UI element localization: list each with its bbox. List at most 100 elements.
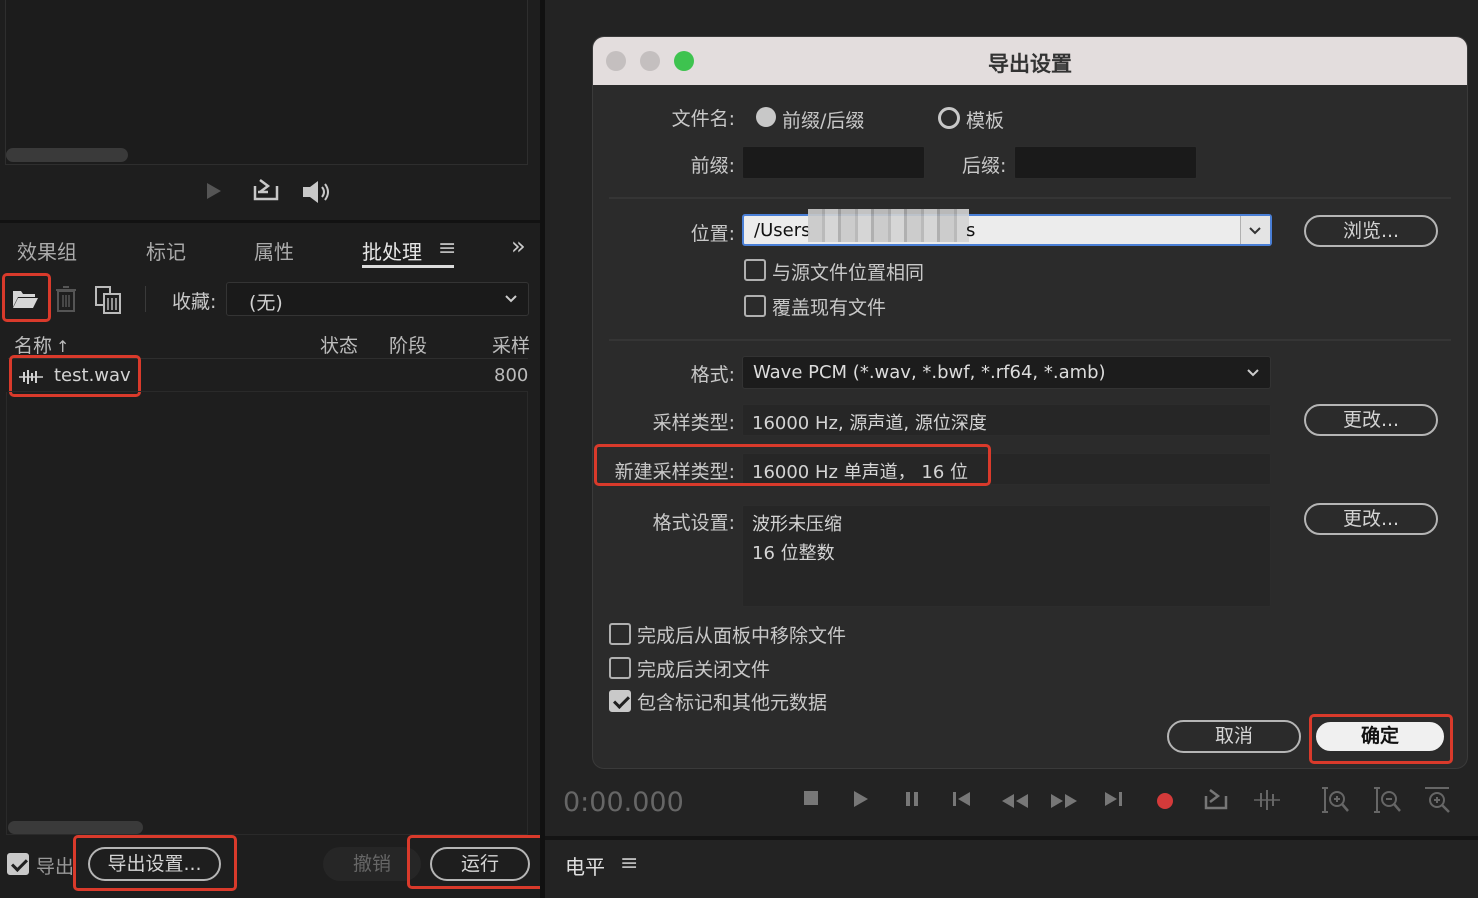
dialog-title: 导出设置 bbox=[988, 52, 1072, 76]
skip-start-icon[interactable] bbox=[952, 791, 972, 812]
level-menu-icon[interactable]: ≡ bbox=[620, 851, 638, 876]
sample-type-value-box: 16000 Hz, 源声道, 源位深度 bbox=[742, 404, 1271, 436]
level-panel-title: 电平 bbox=[565, 855, 605, 879]
favorites-label: 收藏: bbox=[172, 291, 217, 313]
pause-icon[interactable] bbox=[904, 791, 920, 812]
tab-properties[interactable]: 属性 bbox=[254, 236, 294, 265]
sample-type-value: 16000 Hz, 源声道, 源位深度 bbox=[752, 413, 987, 434]
format-dropdown[interactable]: Wave PCM (*.wav, *.bwf, *.rf64, *.amb) bbox=[742, 356, 1271, 389]
change-sample-type-button[interactable]: 更改... bbox=[1304, 404, 1438, 436]
zoom-in-time-icon[interactable] bbox=[1423, 786, 1453, 819]
include-markers-label: 包含标记和其他元数据 bbox=[637, 692, 828, 714]
col-stage[interactable]: 阶段 bbox=[389, 331, 427, 358]
zoom-in-amplitude-icon[interactable] bbox=[1320, 786, 1350, 819]
waveform-icon bbox=[19, 370, 43, 384]
open-folder-icon[interactable] bbox=[11, 286, 39, 310]
vertical-divider bbox=[540, 0, 545, 898]
change-format-settings-button[interactable]: 更改... bbox=[1304, 503, 1438, 535]
cancel-button[interactable]: 取消 bbox=[1167, 720, 1301, 753]
tab-effects-group[interactable]: 效果组 bbox=[17, 236, 77, 265]
dialog-titlebar: 导出设置 bbox=[593, 37, 1467, 85]
new-sample-type-label: 新建采样类型: bbox=[614, 461, 735, 483]
redacted-path bbox=[808, 209, 969, 242]
same-location-checkbox[interactable] bbox=[744, 259, 766, 281]
col-name[interactable]: 名称 ↑ bbox=[14, 331, 69, 358]
export-checkbox[interactable] bbox=[7, 853, 29, 875]
time-display: 0:00.000 bbox=[563, 787, 684, 818]
radio-template-label: 模板 bbox=[966, 110, 1005, 132]
overwrite-checkbox[interactable] bbox=[744, 295, 766, 317]
favorites-dropdown[interactable]: (无) bbox=[226, 282, 529, 316]
record-icon[interactable] bbox=[1156, 792, 1174, 815]
format-settings-line-2: 16 位整数 bbox=[752, 543, 835, 564]
remove-after-checkbox[interactable] bbox=[609, 623, 631, 645]
format-settings-box: 波形未压缩 16 位整数 bbox=[742, 505, 1271, 607]
run-button[interactable]: 运行 bbox=[430, 847, 530, 881]
tab-overflow-icon[interactable]: » bbox=[511, 232, 526, 260]
skip-end-icon[interactable] bbox=[1104, 791, 1124, 812]
table-row[interactable]: test.wav 800 bbox=[8, 362, 528, 390]
format-value: Wave PCM (*.wav, *.bwf, *.rf64, *.amb) bbox=[753, 362, 1106, 383]
bottom-divider bbox=[545, 836, 1478, 840]
tab-menu-icon[interactable]: ≡ bbox=[438, 236, 456, 261]
radio-template[interactable] bbox=[938, 107, 960, 129]
filename-label: 文件名: bbox=[671, 108, 735, 130]
col-sample[interactable]: 采样 bbox=[492, 331, 530, 358]
suffix-input[interactable] bbox=[1014, 146, 1197, 179]
file-name: test.wav bbox=[54, 365, 131, 386]
radio-prefix-suffix-label: 前缀/后缀 bbox=[782, 110, 865, 132]
close-after-label: 完成后关闭文件 bbox=[637, 659, 771, 681]
location-dropdown[interactable]: /Users s bbox=[742, 209, 1272, 246]
location-value: /Users bbox=[754, 220, 811, 241]
remove-after-label: 完成后从面板中移除文件 bbox=[637, 625, 847, 647]
preview-scrollbar[interactable] bbox=[6, 148, 128, 162]
list-header-divider bbox=[8, 358, 528, 359]
location-tail: s bbox=[966, 220, 976, 241]
trash-icon[interactable] bbox=[55, 285, 77, 313]
ok-button[interactable]: 确定 bbox=[1314, 720, 1446, 753]
col-status[interactable]: 状态 bbox=[320, 331, 358, 358]
chevron-down-icon bbox=[505, 295, 517, 303]
chevron-down-icon bbox=[1249, 227, 1261, 235]
close-after-checkbox[interactable] bbox=[609, 657, 631, 679]
file-sample-rate: 800 bbox=[494, 365, 529, 386]
export-checkbox-label: 导出 bbox=[36, 856, 75, 878]
loop-export-icon[interactable] bbox=[1203, 789, 1229, 816]
format-settings-label: 格式设置: bbox=[652, 512, 735, 534]
speaker-icon[interactable] bbox=[299, 178, 335, 206]
section-divider-1 bbox=[609, 197, 1451, 199]
browse-button[interactable]: 浏览... bbox=[1304, 215, 1438, 247]
favorites-value: (无) bbox=[249, 292, 283, 314]
zoom-out-amplitude-icon[interactable] bbox=[1372, 786, 1402, 819]
prefix-label: 前缀: bbox=[690, 155, 735, 177]
list-scrollbar[interactable] bbox=[8, 821, 143, 834]
location-label: 位置: bbox=[690, 223, 735, 245]
fast-forward-icon[interactable] bbox=[1050, 792, 1078, 813]
preview-area bbox=[5, 0, 528, 165]
tab-batch[interactable]: 批处理 bbox=[362, 236, 422, 265]
undo-button[interactable]: 撤销 bbox=[323, 847, 421, 881]
rewind-icon[interactable] bbox=[1001, 792, 1029, 813]
prefix-input[interactable] bbox=[742, 146, 925, 179]
file-list-frame bbox=[6, 392, 528, 835]
sort-up-icon: ↑ bbox=[56, 337, 70, 356]
new-sample-type-value: 16000 Hz 单声道， 16 位 bbox=[752, 462, 969, 483]
tab-markers[interactable]: 标记 bbox=[146, 236, 186, 265]
sample-type-label: 采样类型: bbox=[652, 412, 735, 434]
clear-all-icon[interactable] bbox=[94, 285, 124, 315]
panel-divider bbox=[0, 220, 540, 223]
play-transport-icon[interactable] bbox=[852, 790, 870, 813]
skip-silence-icon[interactable] bbox=[1253, 789, 1281, 816]
play-icon[interactable] bbox=[204, 181, 224, 201]
format-settings-line-1: 波形未压缩 bbox=[752, 514, 842, 535]
export-icon[interactable] bbox=[252, 178, 280, 202]
overwrite-label: 覆盖现有文件 bbox=[772, 297, 887, 319]
active-tab-underline bbox=[362, 265, 454, 268]
chevron-down-icon bbox=[1247, 369, 1259, 377]
stop-icon[interactable] bbox=[803, 790, 819, 811]
include-markers-checkbox[interactable] bbox=[609, 690, 631, 712]
radio-prefix-suffix[interactable] bbox=[756, 107, 776, 127]
export-settings-button[interactable]: 导出设置... bbox=[88, 847, 221, 881]
format-label: 格式: bbox=[690, 364, 735, 386]
suffix-label: 后缀: bbox=[962, 155, 1007, 177]
